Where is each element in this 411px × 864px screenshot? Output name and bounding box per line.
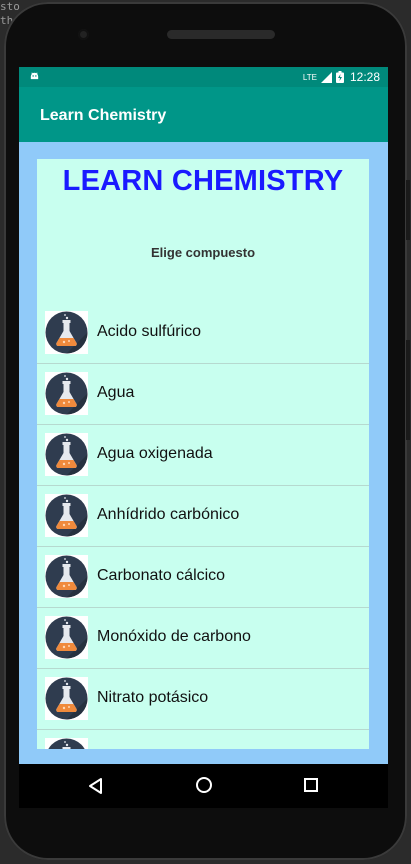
compound-name: Agua — [97, 384, 135, 401]
network-type: LTE — [302, 72, 317, 82]
compound-thumbnail — [45, 555, 88, 598]
main-content: LEARN CHEMISTRY Elige compuesto Acido su… — [37, 159, 369, 749]
earpiece-speaker — [167, 30, 275, 39]
signal-icon — [320, 71, 332, 83]
list-item[interactable]: Acido sulfúrico — [37, 303, 369, 364]
compound-thumbnail — [45, 677, 88, 720]
android-debug-icon — [30, 72, 39, 80]
page-heading: LEARN CHEMISTRY — [62, 165, 344, 197]
choose-compound-prompt: Elige compuesto — [150, 245, 256, 260]
navigation-bar — [19, 764, 388, 808]
compound-thumbnail — [45, 494, 88, 537]
flask-icon — [45, 311, 88, 354]
list-item[interactable]: Nitrato potásico — [37, 669, 369, 730]
status-bar: LTE 12:28 — [19, 67, 388, 87]
compound-name: Carbonato cálcico — [97, 567, 226, 584]
battery-icon — [335, 71, 344, 83]
compound-name: Anhídrido carbónico — [97, 506, 240, 523]
compound-list: Acido sulfúrico Agua Agua oxigenada Anhídri… — [37, 303, 369, 749]
flask-icon — [45, 555, 88, 598]
compound-thumbnail — [45, 616, 88, 659]
volume-button — [406, 340, 410, 440]
flask-icon — [45, 677, 88, 720]
camera-lens — [78, 29, 89, 40]
compound-thumbnail — [45, 738, 88, 749]
compound-thumbnail — [45, 433, 88, 476]
status-time: 12:28 — [349, 70, 380, 84]
compound-name: Monóxido de carbono — [97, 628, 251, 645]
list-item[interactable]: Agua oxigenada — [37, 425, 369, 486]
compound-thumbnail — [45, 311, 88, 354]
compound-thumbnail — [45, 372, 88, 415]
flask-icon — [48, 738, 85, 749]
back-icon[interactable] — [87, 777, 105, 795]
compound-name: Agua oxigenada — [97, 445, 213, 462]
app-bar: Learn Chemistry — [19, 87, 388, 142]
flask-icon — [45, 494, 88, 537]
compound-name: Nitrato potásico — [97, 689, 209, 706]
list-item[interactable] — [37, 730, 369, 749]
app-screen: LTE 12:28 Learn Chemistry LEARN CHEMISTR… — [19, 67, 388, 764]
recent-apps-icon[interactable] — [303, 777, 319, 793]
home-icon[interactable] — [195, 776, 213, 794]
list-item[interactable]: Carbonato cálcico — [37, 547, 369, 608]
flask-icon — [45, 433, 88, 476]
flask-icon — [45, 372, 88, 415]
list-item[interactable]: Agua — [37, 364, 369, 425]
app-title: Learn Chemistry — [40, 107, 167, 124]
compound-name: Acido sulfúrico — [97, 323, 202, 340]
list-item[interactable]: Monóxido de carbono — [37, 608, 369, 669]
list-item[interactable]: Anhídrido carbónico — [37, 486, 369, 547]
flask-icon — [45, 616, 88, 659]
power-button — [406, 180, 410, 240]
